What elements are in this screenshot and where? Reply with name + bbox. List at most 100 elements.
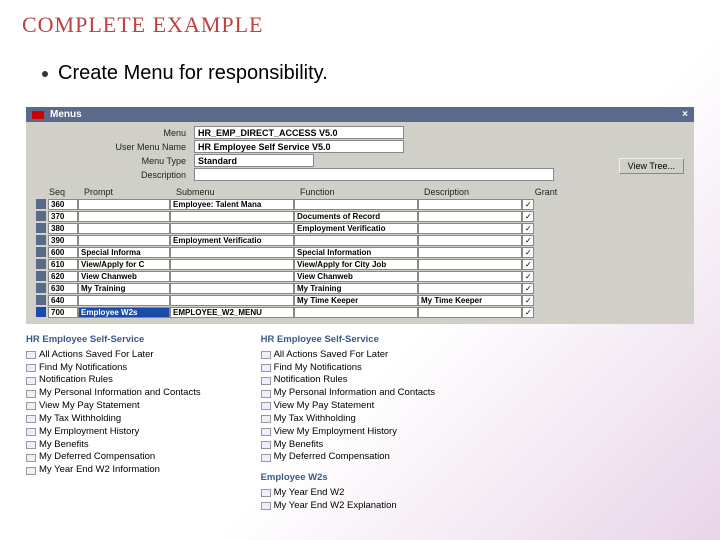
cell-function[interactable]: Employment Verificatio: [294, 223, 418, 234]
cell-seq[interactable]: 360: [48, 199, 78, 210]
list-item[interactable]: All Actions Saved For Later: [261, 349, 436, 362]
list-item[interactable]: My Personal Information and Contacts: [261, 387, 436, 400]
table-row[interactable]: 370 Documents of Record ✓: [32, 210, 688, 222]
list-item[interactable]: Notification Rules: [261, 374, 436, 387]
table-row[interactable]: 630My TrainingMy Training✓: [32, 282, 688, 294]
cell-description[interactable]: [418, 223, 522, 234]
list-item[interactable]: My Deferred Compensation: [261, 451, 436, 464]
cell-seq[interactable]: 390: [48, 235, 78, 246]
cell-seq[interactable]: 370: [48, 211, 78, 222]
list-item[interactable]: My Deferred Compensation: [26, 451, 201, 464]
cell-seq[interactable]: 610: [48, 259, 78, 270]
cell-submenu[interactable]: [170, 259, 294, 270]
cell-seq[interactable]: 640: [48, 295, 78, 306]
list-item[interactable]: My Benefits: [261, 439, 436, 452]
cell-submenu[interactable]: EMPLOYEE_W2_MENU: [170, 307, 294, 318]
cell-seq[interactable]: 620: [48, 271, 78, 282]
cell-function[interactable]: [294, 307, 418, 318]
titlebar: Menus ×: [26, 107, 694, 122]
cell-submenu[interactable]: [170, 223, 294, 234]
cell-prompt[interactable]: [78, 211, 170, 222]
cell-grant[interactable]: ✓: [522, 247, 534, 258]
cell-prompt[interactable]: View Chanweb: [78, 271, 170, 282]
list-item[interactable]: View My Pay Statement: [261, 400, 436, 413]
cell-submenu[interactable]: Employee: Talent Mana: [170, 199, 294, 210]
cell-function[interactable]: [294, 199, 418, 210]
table-row[interactable]: 700Employee W2sEMPLOYEE_W2_MENU ✓: [32, 306, 688, 318]
list-item[interactable]: My Tax Withholding: [261, 413, 436, 426]
cell-grant[interactable]: ✓: [522, 223, 534, 234]
cell-grant[interactable]: ✓: [522, 259, 534, 270]
list-item[interactable]: My Personal Information and Contacts: [26, 387, 201, 400]
cell-submenu[interactable]: [170, 271, 294, 282]
cell-function[interactable]: My Training: [294, 283, 418, 294]
cell-description[interactable]: [418, 307, 522, 318]
cell-prompt[interactable]: My Training: [78, 283, 170, 294]
list-item[interactable]: All Actions Saved For Later: [26, 349, 201, 362]
list-item[interactable]: My Tax Withholding: [26, 413, 201, 426]
cell-seq[interactable]: 380: [48, 223, 78, 234]
table-row[interactable]: 620View ChanwebView Chanweb✓: [32, 270, 688, 282]
list-item[interactable]: Notification Rules: [26, 374, 201, 387]
table-row[interactable]: 600Special Informa Special Information ✓: [32, 246, 688, 258]
table-row[interactable]: 360 Employee: Talent Mana ✓: [32, 198, 688, 210]
field-menu[interactable]: HR_EMP_DIRECT_ACCESS V5.0: [194, 126, 404, 139]
cell-description[interactable]: [418, 235, 522, 246]
cell-function[interactable]: Documents of Record: [294, 211, 418, 222]
cell-function[interactable]: [294, 235, 418, 246]
cell-grant[interactable]: ✓: [522, 199, 534, 210]
list-item[interactable]: My Employment History: [26, 426, 201, 439]
cell-description[interactable]: [418, 271, 522, 282]
cell-prompt[interactable]: [78, 295, 170, 306]
list-item[interactable]: Find My Notifications: [261, 362, 436, 375]
field-menu-type[interactable]: Standard: [194, 154, 314, 167]
cell-seq[interactable]: 600: [48, 247, 78, 258]
list-item[interactable]: My Year End W2 Explanation: [261, 500, 436, 513]
cell-description[interactable]: [418, 199, 522, 210]
cell-description[interactable]: My Time Keeper: [418, 295, 522, 306]
field-user-menu-name[interactable]: HR Employee Self Service V5.0: [194, 140, 404, 153]
cell-function[interactable]: View Chanweb: [294, 271, 418, 282]
cell-description[interactable]: [418, 259, 522, 270]
cell-prompt[interactable]: View/Apply for C: [78, 259, 170, 270]
cell-prompt[interactable]: [78, 199, 170, 210]
cell-submenu[interactable]: [170, 247, 294, 258]
cell-function[interactable]: View/Apply for City Job: [294, 259, 418, 270]
list-item[interactable]: My Year End W2 Information: [26, 464, 201, 477]
view-tree-button[interactable]: View Tree...: [619, 158, 684, 174]
cell-prompt[interactable]: Employee W2s: [78, 307, 170, 318]
cell-grant[interactable]: ✓: [522, 211, 534, 222]
cell-function[interactable]: Special Information: [294, 247, 418, 258]
cell-function[interactable]: My Time Keeper: [294, 295, 418, 306]
list-item[interactable]: My Benefits: [26, 439, 201, 452]
table-row[interactable]: 380 Employment Verificatio ✓: [32, 222, 688, 234]
cell-description[interactable]: [418, 211, 522, 222]
cell-grant[interactable]: ✓: [522, 307, 534, 318]
row-indicator: [36, 247, 46, 257]
menus-window: Menus × Menu HR_EMP_DIRECT_ACCESS V5.0 U…: [26, 107, 694, 324]
table-row[interactable]: 610View/Apply for C View/Apply for City J…: [32, 258, 688, 270]
cell-submenu[interactable]: Employment Verificatio: [170, 235, 294, 246]
cell-description[interactable]: [418, 247, 522, 258]
cell-seq[interactable]: 630: [48, 283, 78, 294]
list-item[interactable]: My Year End W2: [261, 487, 436, 500]
cell-seq[interactable]: 700: [48, 307, 78, 318]
cell-submenu[interactable]: [170, 283, 294, 294]
table-row[interactable]: 640My Time KeeperMy Time Keeper✓: [32, 294, 688, 306]
cell-prompt[interactable]: Special Informa: [78, 247, 170, 258]
cell-submenu[interactable]: [170, 295, 294, 306]
cell-grant[interactable]: ✓: [522, 235, 534, 246]
list-item[interactable]: View My Pay Statement: [26, 400, 201, 413]
cell-grant[interactable]: ✓: [522, 271, 534, 282]
table-row[interactable]: 390 Employment Verificatio ✓: [32, 234, 688, 246]
field-description[interactable]: [194, 168, 554, 181]
list-item[interactable]: Find My Notifications: [26, 362, 201, 375]
list-item[interactable]: View My Employment History: [261, 426, 436, 439]
cell-grant[interactable]: ✓: [522, 283, 534, 294]
close-icon[interactable]: ×: [682, 109, 688, 120]
cell-prompt[interactable]: [78, 223, 170, 234]
cell-grant[interactable]: ✓: [522, 295, 534, 306]
cell-description[interactable]: [418, 283, 522, 294]
cell-prompt[interactable]: [78, 235, 170, 246]
cell-submenu[interactable]: [170, 211, 294, 222]
